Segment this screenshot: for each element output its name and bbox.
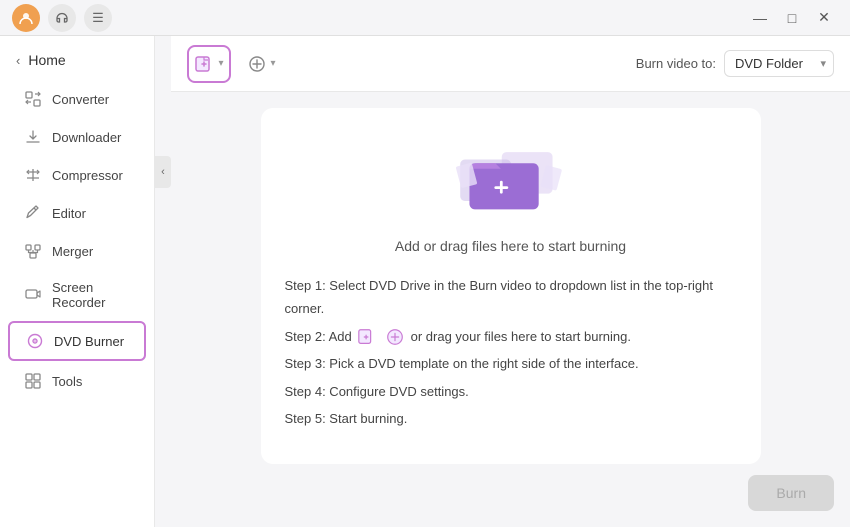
titlebar: ☰ — □ ✕ [0, 0, 850, 36]
merger-icon [24, 242, 42, 260]
main-footer: Burn [171, 479, 850, 527]
window-controls: — □ ✕ [746, 4, 838, 32]
burn-video-select[interactable]: DVD Folder DVD Disc ISO File [724, 50, 834, 77]
burn-button[interactable]: Burn [748, 475, 834, 511]
downloader-label: Downloader [52, 130, 121, 145]
avatar-icon[interactable] [12, 4, 40, 32]
downloader-icon [24, 128, 42, 146]
screen-recorder-label: Screen Recorder [52, 280, 130, 310]
sidebar-item-converter[interactable]: Converter [8, 81, 146, 117]
drop-zone[interactable]: Add or drag files here to start burning … [261, 108, 761, 464]
editor-icon [24, 204, 42, 222]
add-source-chevron: ▾ [270, 58, 275, 69]
tools-icon [24, 372, 42, 390]
compressor-label: Compressor [52, 168, 123, 183]
add-source-button[interactable]: ▾ [239, 45, 283, 83]
sidebar-item-screen-recorder[interactable]: Screen Recorder [8, 271, 146, 319]
back-arrow-icon: ‹ [16, 53, 20, 68]
maximize-button[interactable]: □ [778, 4, 806, 32]
sidebar-item-tools[interactable]: Tools [8, 363, 146, 399]
merger-label: Merger [52, 244, 93, 259]
headset-icon[interactable] [48, 4, 76, 32]
sidebar-item-dvd-burner[interactable]: DVD Burner [8, 321, 146, 361]
step5: Step 5: Start burning. [285, 407, 737, 430]
sidebar-item-downloader[interactable]: Downloader [8, 119, 146, 155]
dvd-burner-icon [26, 332, 44, 350]
editor-label: Editor [52, 206, 86, 221]
converter-label: Converter [52, 92, 109, 107]
sidebar-item-compressor[interactable]: Compressor [8, 157, 146, 193]
instructions: Step 1: Select DVD Drive in the Burn vid… [285, 274, 737, 434]
folder-illustration [451, 132, 571, 222]
home-label: Home [28, 52, 65, 68]
screen-recorder-icon [24, 286, 42, 304]
content-area: Add or drag files here to start burning … [171, 92, 850, 479]
burn-video-label: Burn video to: [636, 56, 716, 71]
close-button[interactable]: ✕ [810, 4, 838, 32]
burn-select-wrapper: DVD Folder DVD Disc ISO File ▾ [724, 50, 834, 77]
burn-video-to-control: Burn video to: DVD Folder DVD Disc ISO F… [636, 50, 834, 77]
home-nav[interactable]: ‹ Home [0, 44, 154, 80]
step1: Step 1: Select DVD Drive in the Burn vid… [285, 274, 737, 321]
minimize-button[interactable]: — [746, 4, 774, 32]
step2: Step 2: Add [285, 325, 737, 348]
main-content: ▾ ▾ Burn video to: DVD Folder DVD Disc I… [171, 36, 850, 527]
step4: Step 4: Configure DVD settings. [285, 380, 737, 403]
compressor-icon [24, 166, 42, 184]
step2-add-source-icon [385, 327, 405, 347]
app-body: ‹ Home Converter Downloader [0, 36, 850, 527]
add-file-button[interactable]: ▾ [187, 45, 231, 83]
sidebar-collapse-button[interactable]: ‹ [155, 156, 171, 188]
sidebar-item-merger[interactable]: Merger [8, 233, 146, 269]
converter-icon [24, 90, 42, 108]
sidebar: ‹ Home Converter Downloader [0, 36, 155, 527]
add-file-chevron: ▾ [218, 58, 223, 69]
sidebar-item-editor[interactable]: Editor [8, 195, 146, 231]
menu-icon[interactable]: ☰ [84, 4, 112, 32]
dvd-burner-label: DVD Burner [54, 334, 124, 349]
tools-label: Tools [52, 374, 82, 389]
toolbar: ▾ ▾ Burn video to: DVD Folder DVD Disc I… [171, 36, 850, 92]
titlebar-left-controls: ☰ [12, 4, 112, 32]
step2-add-file-icon [357, 327, 377, 347]
drop-label: Add or drag files here to start burning [395, 238, 626, 254]
step3: Step 3: Pick a DVD template on the right… [285, 352, 737, 375]
